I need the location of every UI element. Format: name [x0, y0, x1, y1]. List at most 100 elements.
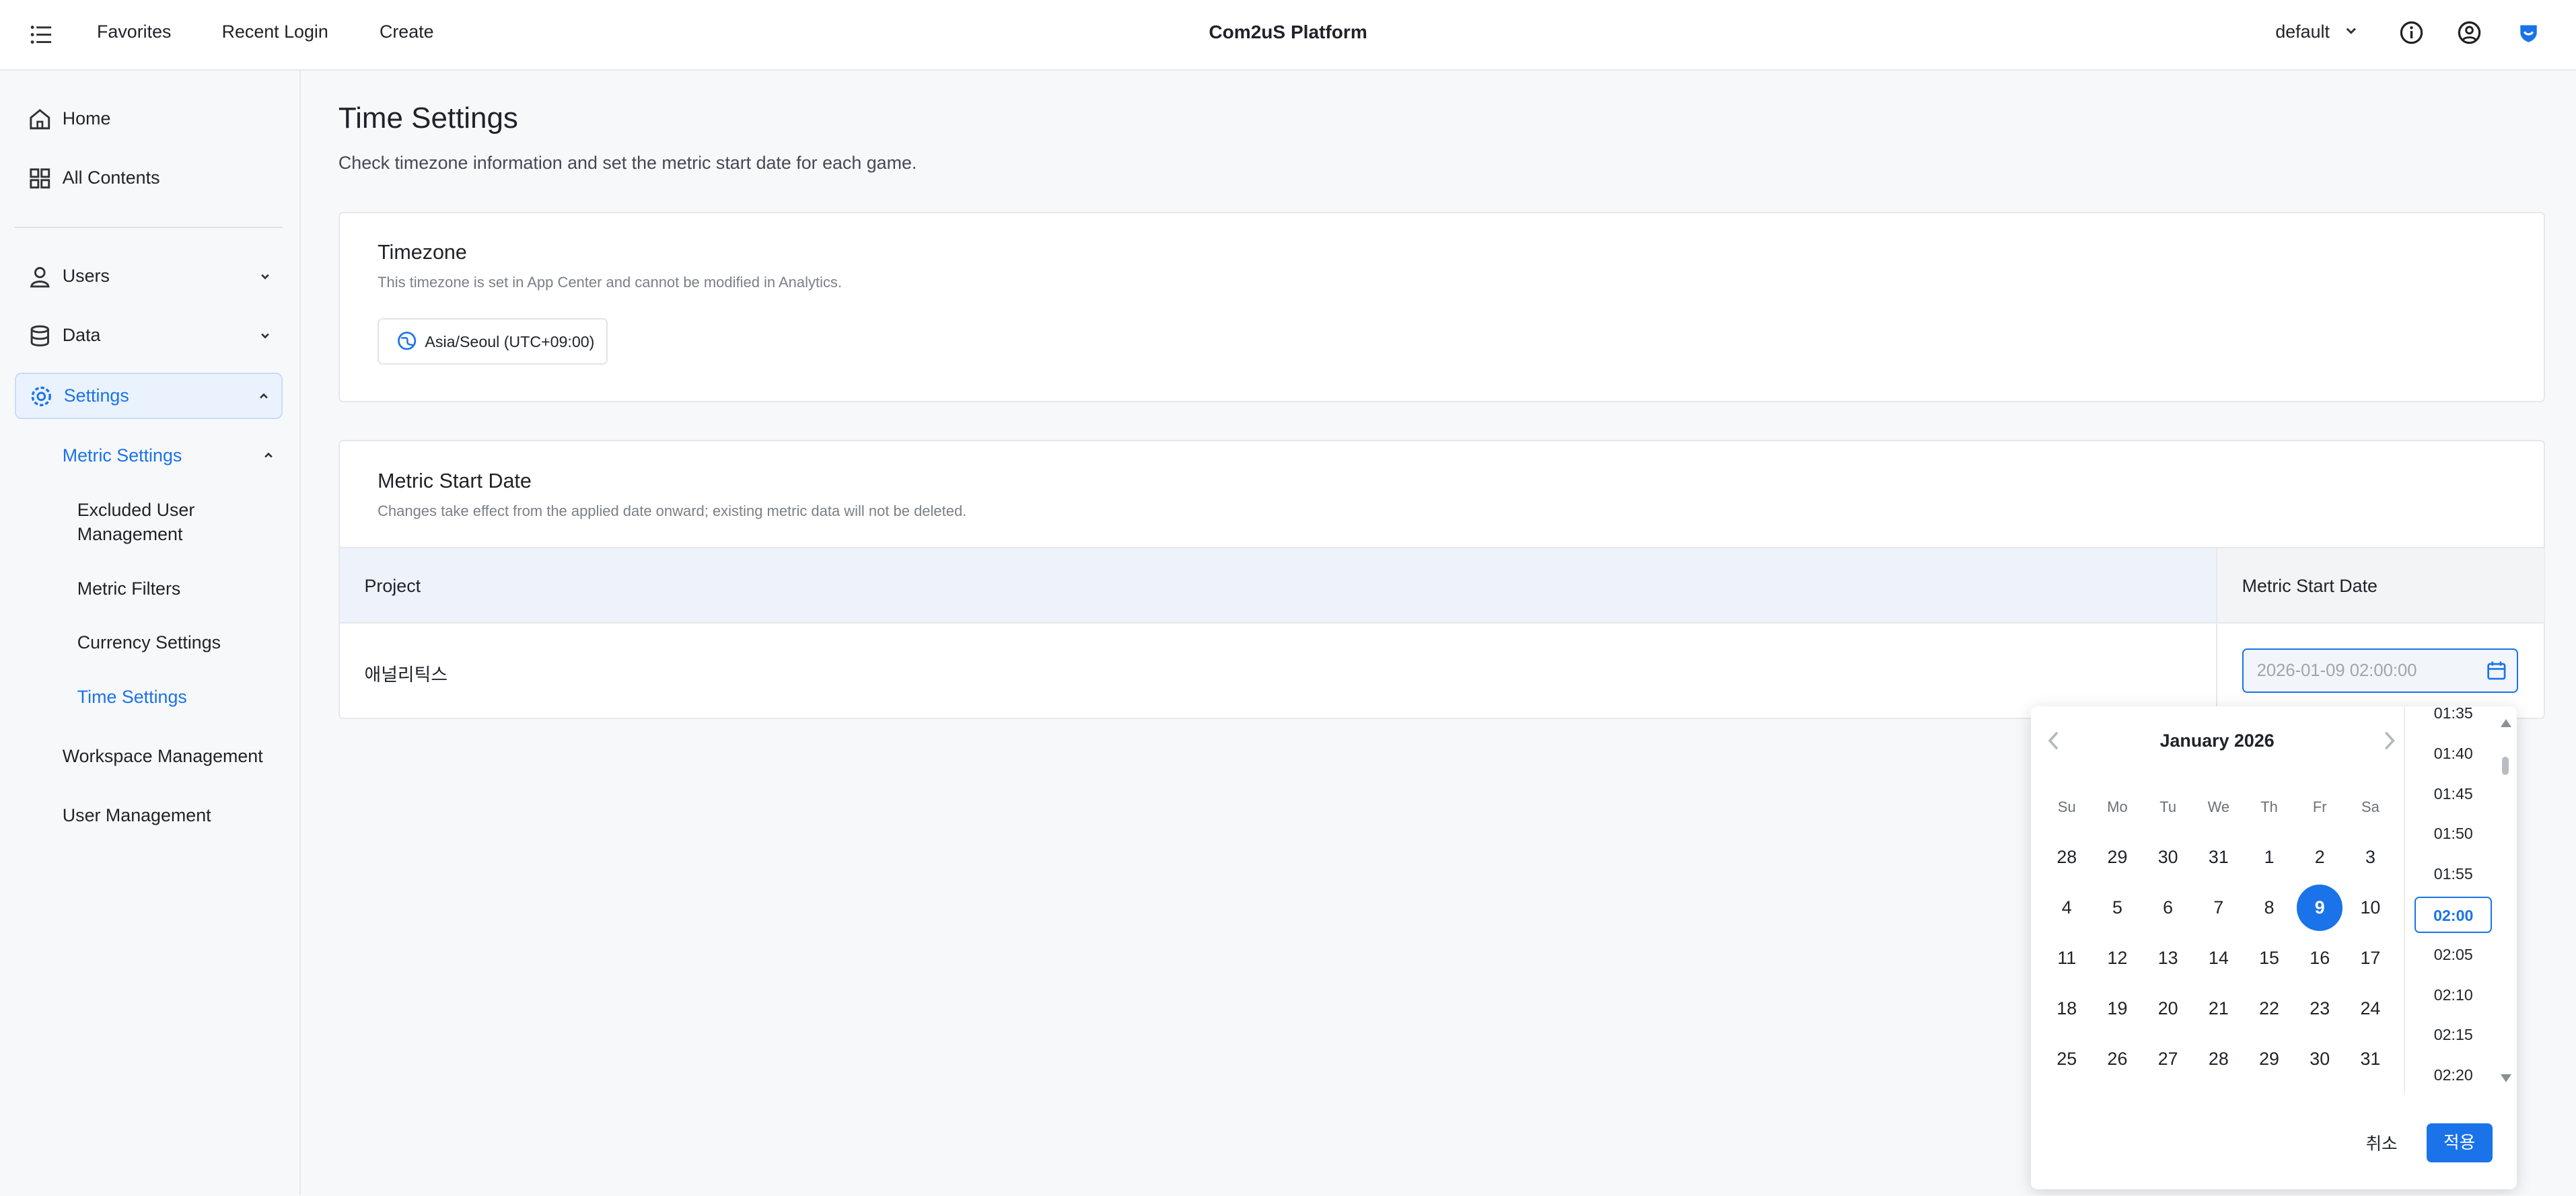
calendar-day[interactable]: 24	[2347, 985, 2393, 1031]
sidebar-item-label: All Contents	[62, 167, 160, 188]
sidebar-item-metric-settings[interactable]: Metric Settings	[63, 443, 182, 468]
scroll-down-arrow-icon[interactable]	[2500, 1074, 2511, 1082]
calendar-day[interactable]: 1	[2246, 834, 2292, 880]
project-name: 애널리틱스	[364, 664, 448, 685]
gear-icon	[32, 386, 52, 406]
sidebar-item-time-settings[interactable]: Time Settings	[77, 685, 187, 710]
calendar-day[interactable]: 7	[2196, 885, 2242, 930]
nav-create[interactable]: Create	[380, 22, 434, 42]
top-bar: Favorites Recent Login Create Com2uS Pla…	[0, 0, 2576, 71]
calendar-day[interactable]: 5	[2094, 885, 2140, 930]
calendar-month-label: January 2026	[2159, 731, 2275, 751]
sidebar-item-currency-settings[interactable]: Currency Settings	[77, 630, 221, 655]
page-description: Check timezone information and set the m…	[338, 153, 917, 174]
calendar-day[interactable]: 29	[2094, 834, 2140, 880]
home-icon	[30, 108, 50, 129]
list-menu-icon[interactable]	[28, 22, 55, 48]
calendar-day[interactable]: 27	[2145, 1036, 2190, 1082]
time-slot-selected[interactable]: 02:00	[2414, 896, 2493, 933]
calendar-day[interactable]: 18	[2044, 985, 2089, 1031]
nav-favorites[interactable]: Favorites	[97, 22, 171, 42]
metric-start-description: Changes take effect from the applied dat…	[378, 502, 967, 519]
calendar-day[interactable]: 6	[2145, 885, 2190, 930]
date-picker-popup: January 2026 Su Mo Tu We Th Fr Sa 28 29 30 31 1 2 3 4…	[2030, 706, 2517, 1189]
time-slot[interactable]: 01:40	[2414, 736, 2492, 772]
calendar-day[interactable]: 3	[2347, 834, 2393, 880]
time-list[interactable]: 01:35 01:40 01:45 01:50 01:55 02:00 02:05 02:10…	[2403, 706, 2517, 1094]
timezone-title: Timezone	[378, 241, 467, 264]
shield-logo-icon[interactable]	[2515, 20, 2542, 46]
timezone-value: Asia/Seoul (UTC+09:00)	[425, 332, 595, 350]
calendar-day[interactable]: 23	[2297, 985, 2342, 1031]
column-header-project: Project	[364, 576, 421, 597]
sidebar-divider	[14, 226, 283, 229]
calendar-day[interactable]: 14	[2196, 935, 2242, 981]
calendar-day[interactable]: 12	[2094, 935, 2140, 981]
time-slot[interactable]: 02:10	[2414, 977, 2492, 1014]
calendar-day[interactable]: 30	[2297, 1036, 2342, 1082]
sidebar-item-settings[interactable]: Settings	[14, 373, 283, 419]
calendar-day[interactable]: 13	[2145, 935, 2190, 981]
calendar-day[interactable]: 26	[2094, 1036, 2140, 1082]
calendar-day[interactable]: 10	[2347, 885, 2393, 930]
globe-icon	[398, 332, 417, 350]
chevron-down-icon[interactable]	[2345, 23, 2358, 39]
app-title: Com2uS Platform	[1209, 21, 1367, 42]
sidebar-item-label: Home	[62, 108, 111, 129]
chevron-right-icon[interactable]	[2381, 729, 2397, 752]
user-account-icon[interactable]	[2456, 20, 2482, 46]
calendar-day[interactable]: 28	[2196, 1036, 2242, 1082]
calendar-day[interactable]: 17	[2347, 935, 2393, 981]
calendar-day[interactable]: 19	[2094, 985, 2140, 1031]
calendar-day-selected[interactable]: 9	[2297, 885, 2343, 931]
calendar-day[interactable]: 20	[2145, 985, 2190, 1031]
time-slot[interactable]: 01:45	[2414, 776, 2492, 813]
apply-button[interactable]: 적용	[2426, 1123, 2493, 1163]
calendar-day[interactable]: 4	[2044, 885, 2089, 930]
metric-start-date-input[interactable]: 2026-01-09 02:00:00	[2242, 648, 2519, 693]
calendar-day[interactable]: 15	[2246, 935, 2292, 981]
metric-start-card: Metric Start Date Changes take effect fr…	[338, 440, 2545, 720]
sidebar-item-all-contents[interactable]: All Contents	[15, 156, 283, 202]
sidebar-item-data[interactable]: Data	[15, 313, 283, 359]
calendar-day[interactable]: 21	[2196, 985, 2242, 1031]
database-icon	[31, 325, 50, 346]
calendar-day[interactable]: 16	[2297, 935, 2342, 981]
calendar-day[interactable]: 22	[2246, 985, 2292, 1031]
scrollbar-thumb[interactable]	[2502, 757, 2509, 776]
calendar-day[interactable]: 8	[2246, 885, 2292, 930]
info-icon[interactable]	[2398, 20, 2425, 46]
sidebar-item-metric-filters[interactable]: Metric Filters	[77, 576, 181, 601]
sidebar-item-label-line1: Excluded User	[77, 499, 195, 520]
calendar-day[interactable]: 2	[2297, 834, 2342, 880]
calendar-day[interactable]: 28	[2044, 834, 2089, 880]
calendar-day[interactable]: 25	[2044, 1036, 2089, 1082]
sidebar-item-user-management[interactable]: User Management	[63, 803, 211, 828]
weekday-label: Tu	[2159, 798, 2177, 815]
workspace-selector[interactable]: default	[2275, 22, 2330, 42]
calendar-day[interactable]: 30	[2145, 834, 2190, 880]
time-slot[interactable]: 01:35	[2414, 706, 2492, 732]
time-slot[interactable]: 02:20	[2414, 1057, 2492, 1094]
time-slot[interactable]: 02:05	[2414, 937, 2492, 973]
user-icon	[30, 266, 50, 288]
calendar-day[interactable]: 31	[2196, 834, 2242, 880]
calendar-day[interactable]: 11	[2044, 935, 2089, 981]
sidebar-item-label: Settings	[63, 385, 129, 406]
weekday-label: Fr	[2312, 798, 2327, 815]
sidebar-item-excluded-user-management[interactable]: Excluded User Management	[77, 498, 195, 547]
calendar-icon[interactable]	[2486, 660, 2507, 681]
sidebar-item-workspace-management[interactable]: Workspace Management	[63, 744, 263, 769]
time-slot[interactable]: 02:15	[2414, 1017, 2492, 1053]
chevron-up-icon[interactable]	[261, 448, 276, 463]
scroll-up-arrow-icon[interactable]	[2500, 719, 2511, 728]
sidebar-item-home[interactable]: Home	[15, 97, 283, 143]
date-input-value: 2026-01-09 02:00:00	[2256, 661, 2417, 680]
calendar-day[interactable]: 31	[2347, 1036, 2393, 1082]
time-slot[interactable]: 01:55	[2414, 856, 2492, 893]
nav-recent-login[interactable]: Recent Login	[222, 22, 328, 42]
cancel-button[interactable]: 취소	[2366, 1130, 2398, 1155]
time-slot[interactable]: 01:50	[2414, 816, 2492, 852]
sidebar-item-users[interactable]: Users	[15, 254, 283, 300]
calendar-day[interactable]: 29	[2246, 1036, 2292, 1082]
